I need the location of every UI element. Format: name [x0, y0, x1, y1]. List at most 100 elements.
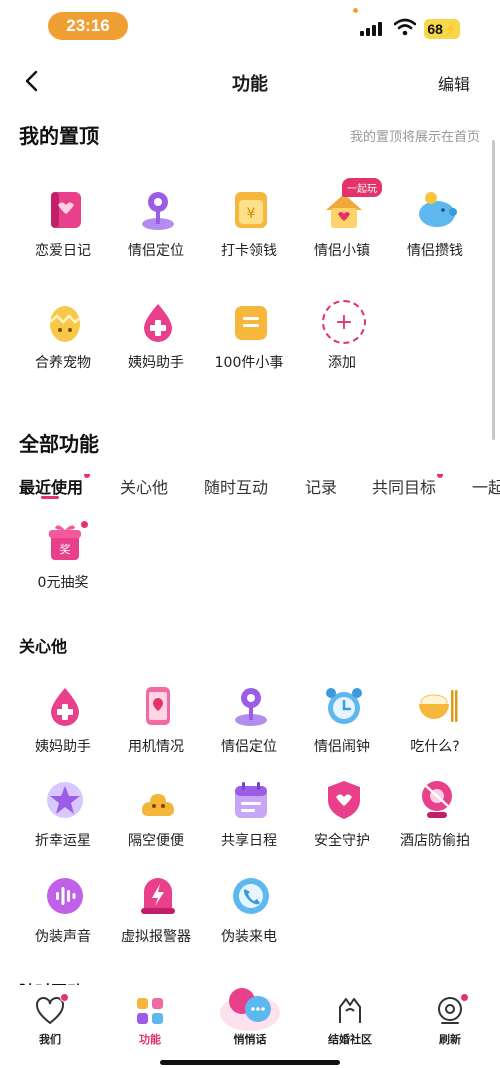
voice-wave-icon	[47, 878, 83, 914]
nav-we[interactable]: 我们	[10, 993, 90, 1055]
location-pin-icon	[235, 688, 267, 726]
care-item-poop[interactable]: 隔空便便	[111, 778, 201, 878]
nav-whisper[interactable]: 悄悄话	[210, 988, 290, 1055]
signal-icon	[360, 20, 384, 36]
pet-egg-icon	[49, 306, 81, 342]
tab-record[interactable]: 记录	[305, 474, 337, 498]
care-item-calendar[interactable]: 共享日程	[204, 778, 294, 878]
nav-label: 功能	[139, 1033, 161, 1046]
location-pin-icon	[142, 192, 174, 230]
pinned-item-location[interactable]: 情侣定位	[111, 188, 201, 288]
wifi-icon	[394, 18, 416, 36]
tab-red-dot	[84, 474, 91, 478]
nav-wedding-community[interactable]: 结婚社区	[310, 995, 390, 1055]
love-diary-icon	[51, 192, 81, 228]
care-item-period-helper[interactable]: 姨妈助手	[18, 684, 108, 784]
care-item-location[interactable]: 情侣定位	[204, 684, 294, 784]
nav-label: 悄悄话	[233, 1033, 267, 1046]
play-together-badge: 一起玩	[342, 178, 382, 197]
lucky-star-icon	[47, 782, 83, 818]
home-indicator	[160, 1060, 340, 1065]
apps-grid-icon	[137, 998, 163, 1024]
item-label: 情侣闹钟	[314, 739, 370, 755]
pinned-item-100-things[interactable]: 100件小事	[204, 300, 294, 400]
nav-label: 我们	[39, 1033, 61, 1046]
item-label: 合养宠物	[35, 355, 91, 371]
item-label: 情侣攒钱	[407, 243, 463, 259]
tab-together[interactable]: 一起	[472, 474, 500, 498]
battery-indicator: 68 ⚡	[424, 19, 460, 39]
svg-text:奖: 奖	[60, 542, 71, 556]
care-item-phone-usage[interactable]: 用机情况	[111, 684, 201, 784]
page-title: 功能	[232, 74, 268, 95]
checklist-icon	[235, 301, 267, 340]
camera-block-icon	[422, 781, 452, 818]
notification-dot	[60, 993, 69, 1002]
item-label: 0元抽奖	[37, 575, 89, 591]
care-item-hotel-camera[interactable]: 酒店防偷拍	[390, 778, 480, 878]
pinned-add-button[interactable]: + 添加	[297, 300, 387, 400]
add-icon: +	[322, 300, 366, 344]
care-item-safety[interactable]: 安全守护	[297, 778, 387, 878]
recent-item-lottery[interactable]: 奖 0元抽奖	[18, 520, 108, 620]
all-functions-title: 全部功能	[19, 432, 99, 456]
pinned-section-title: 我的置顶	[19, 124, 99, 148]
pinned-item-couple-town[interactable]: 一起玩 情侣小镇	[297, 178, 387, 288]
pinned-item-pet[interactable]: 合养宠物	[18, 300, 108, 400]
care-item-lucky-star[interactable]: 折幸运星	[18, 778, 108, 878]
tab-goals[interactable]: 共同目标	[372, 474, 444, 498]
alarm-siren-icon	[141, 878, 175, 914]
item-label: 打卡领钱	[221, 243, 277, 259]
item-label: 折幸运星	[35, 833, 91, 849]
status-bar: 23:16 68 ⚡	[0, 0, 500, 54]
svg-text:¥: ¥	[247, 206, 256, 222]
item-label: 虚拟报警器	[121, 929, 191, 945]
phone-usage-icon	[146, 687, 170, 725]
tab-red-dot	[437, 474, 444, 478]
tab-active-indicator	[41, 496, 59, 499]
pinned-item-love-diary[interactable]: 恋爱日记	[18, 188, 108, 288]
tab-recent[interactable]: 最近使用	[19, 474, 91, 498]
tab-interact[interactable]: 随时互动	[204, 474, 268, 498]
pinned-item-piggy-bank[interactable]: 情侣攒钱	[390, 188, 480, 288]
pinned-item-checkin-money[interactable]: ¥ 打卡领钱	[204, 188, 294, 288]
care-item-alarm[interactable]: 情侣闹钟	[297, 684, 387, 784]
poop-icon	[142, 794, 174, 816]
item-label: 隔空便便	[128, 833, 184, 849]
item-label: 吃什么?	[410, 739, 460, 755]
care-item-fake-voice[interactable]: 伪装声音	[18, 874, 108, 974]
care-item-virtual-alarm[interactable]: 虚拟报警器	[111, 874, 201, 974]
phone-call-icon	[233, 878, 269, 914]
edit-button[interactable]: 编辑	[438, 71, 470, 95]
item-label: 姨妈助手	[128, 355, 184, 371]
item-label: 恋爱日记	[35, 243, 91, 259]
item-label: 共享日程	[221, 833, 277, 849]
period-helper-icon	[144, 304, 172, 342]
notification-dot	[460, 993, 469, 1002]
care-item-what-to-eat[interactable]: 吃什么?	[390, 684, 480, 784]
chat-bubbles-icon	[220, 988, 280, 1031]
category-tabs: 最近使用 关心他 随时互动 记录 共同目标 一起	[19, 474, 500, 504]
item-label: 伪装声音	[35, 929, 91, 945]
pinned-item-period-helper[interactable]: 姨妈助手	[111, 300, 201, 400]
nav-header: 功能 编辑	[0, 60, 500, 104]
calendar-icon	[235, 782, 267, 818]
item-label: 姨妈助手	[35, 739, 91, 755]
pinned-section-hint: 我的置顶将展示在首页	[349, 130, 480, 145]
tab-care[interactable]: 关心他	[120, 474, 168, 498]
bottom-navigation: 我们 功能 悄悄话 结婚社区 刷新	[0, 985, 500, 1068]
period-helper-icon	[51, 688, 79, 726]
checkin-money-icon: ¥	[235, 192, 267, 228]
care-item-fake-call[interactable]: 伪装来电	[204, 874, 294, 974]
scrollbar[interactable]	[492, 140, 495, 440]
item-label: 情侣定位	[221, 739, 277, 755]
nav-refresh[interactable]: 刷新	[410, 993, 490, 1055]
item-label: 酒店防偷拍	[400, 833, 470, 849]
nav-functions[interactable]: 功能	[110, 995, 190, 1055]
item-label: 添加	[328, 355, 356, 371]
item-label: 安全守护	[314, 833, 370, 849]
nav-label: 结婚社区	[328, 1033, 372, 1046]
piggy-bank-icon	[419, 192, 457, 227]
alarm-clock-icon	[326, 688, 362, 724]
item-label: 用机情况	[128, 739, 184, 755]
